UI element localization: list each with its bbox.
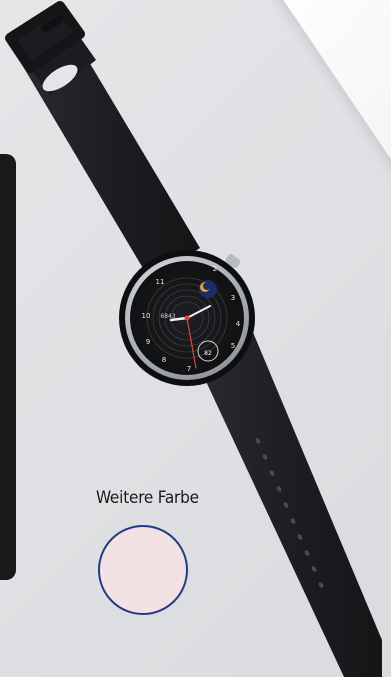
- heart-rate-value: 82: [204, 350, 212, 357]
- hour-mark-2: 2: [213, 265, 217, 273]
- hour-mark-3: 3: [231, 294, 235, 302]
- hour-mark-5: 5: [231, 342, 235, 350]
- watch-upper-strap: [10, 6, 200, 280]
- hour-mark-4: 4: [236, 320, 241, 328]
- watch-lower-strap: [196, 330, 382, 677]
- hour-mark-7: 7: [187, 365, 191, 373]
- product-scene: 2 3 4 5 7 8 9 10 11 82 6843 Weitere Farb…: [0, 0, 391, 677]
- watch-product-image: 2 3 4 5 7 8 9 10 11 82 6843: [5, 1, 382, 677]
- side-info-panel: [0, 154, 16, 580]
- hour-mark-8: 8: [162, 356, 166, 364]
- hour-mark-11: 11: [156, 278, 165, 286]
- color-option-label: Weitere Farbe: [96, 488, 199, 508]
- color-swatch-rose[interactable]: [98, 525, 188, 615]
- hour-mark-10: 10: [142, 312, 151, 320]
- hour-mark-9: 9: [146, 338, 150, 346]
- moon-phase-icon: [199, 280, 217, 298]
